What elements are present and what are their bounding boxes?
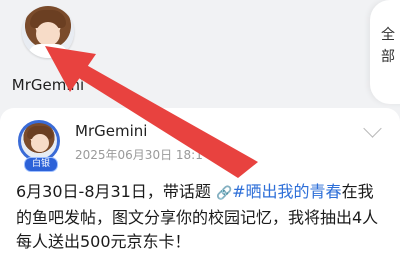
topic-link[interactable]: #晒出我的青春 bbox=[232, 182, 341, 201]
all-tab[interactable]: 全部 bbox=[370, 0, 400, 104]
level-badge: 白银 bbox=[24, 157, 58, 172]
post-card[interactable]: 白银 MrGemini 2025年06月30日 18:1 6月30日-8月31日… bbox=[0, 108, 400, 268]
all-tab-label: 全部 bbox=[381, 27, 395, 65]
post-timestamp: 2025年06月30日 18:1 bbox=[75, 148, 203, 162]
post-author[interactable]: MrGemini bbox=[75, 122, 147, 140]
post-text-intro: 6月30日-8月31日，带话题 bbox=[16, 182, 216, 201]
user-name: MrGemini bbox=[11, 76, 85, 94]
followed-user-chip[interactable]: MrGemini bbox=[8, 6, 88, 98]
post-body: 6月30日-8月31日，带话题 🔗#晒出我的青春在我的鱼吧发帖，图文分享你的校园… bbox=[16, 180, 388, 254]
top-user-strip: MrGemini 全部 bbox=[0, 0, 400, 104]
chevron-down-icon[interactable] bbox=[363, 119, 382, 138]
link-icon: 🔗 bbox=[215, 186, 233, 201]
user-avatar[interactable] bbox=[22, 6, 74, 58]
author-avatar[interactable] bbox=[18, 120, 60, 162]
